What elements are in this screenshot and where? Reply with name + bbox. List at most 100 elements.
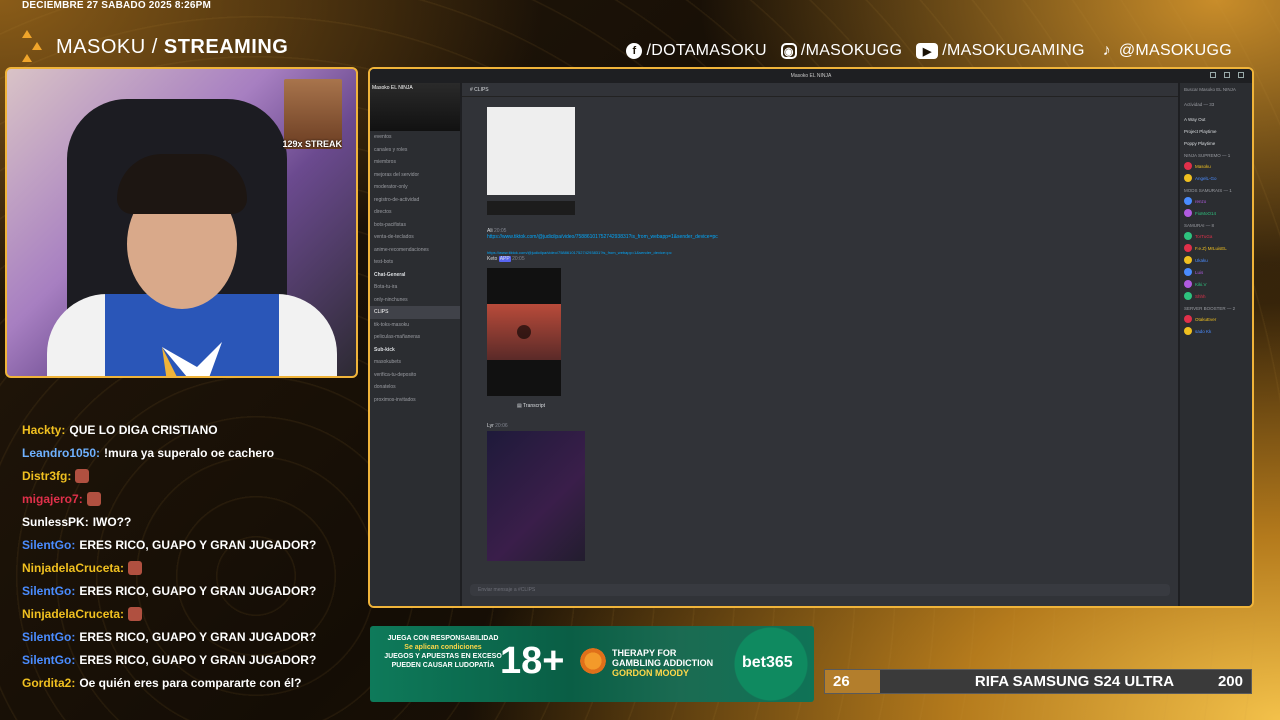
message-link[interactable]: https://www.tiktok.com/@judicilpa/video/…	[487, 234, 718, 240]
member-name: OtakuEver	[1195, 316, 1217, 322]
channel-item[interactable]: anime-recomendaciones	[370, 244, 460, 257]
channel-item[interactable]: eventos	[370, 131, 460, 144]
message-time: 20:05	[512, 256, 525, 262]
channel-item[interactable]: tik-toks-masoku	[370, 319, 460, 332]
member-item[interactable]: F.e.Z) MrLuisEL	[1184, 242, 1248, 254]
channel-item[interactable]: miembros	[370, 156, 460, 169]
chat-text: QUE LO DIGA CRISTIANO	[69, 422, 218, 437]
channel-item[interactable]: directos	[370, 206, 460, 219]
webcam-feed: 129x STREAK	[5, 67, 358, 378]
channel-item[interactable]: donatelos	[370, 381, 460, 394]
brand-logo-icon	[22, 30, 48, 64]
chat-username[interactable]: migajero7:	[22, 490, 83, 508]
member-item[interactable]: TorTuGa	[1184, 230, 1248, 242]
social-youtube-label: /MASOKUGAMING	[942, 42, 1085, 59]
channel-item[interactable]: masokubets	[370, 356, 460, 369]
video-embed[interactable]	[487, 268, 561, 396]
members-list: NINJA SUPREMO — 1 Masoku AngelL-Go MODS SAM…	[1184, 153, 1248, 337]
member-item[interactable]: AngelL-Go	[1184, 172, 1248, 184]
avatar	[1184, 197, 1192, 205]
video-player-controls[interactable]	[487, 201, 575, 215]
message-author[interactable]: Lyr	[487, 423, 494, 429]
chat-username[interactable]: NinjadelaCruceta:	[22, 559, 124, 577]
chat-username[interactable]: NinjadelaCruceta:	[22, 605, 124, 623]
message-input[interactable]: Enviar mensaje a #CLIPS	[470, 584, 1170, 596]
bet365-label: bet365	[742, 654, 793, 671]
therapy-line-1: THERAPY FOR	[612, 648, 677, 658]
chat-username[interactable]: Hackty:	[22, 421, 65, 439]
chat-text: ERES RICO, GUAPO Y GRAN JUGADOR?	[79, 537, 317, 552]
member-item[interactable]: Masoku	[1184, 160, 1248, 172]
channel-item[interactable]: Bota-tu-ira	[370, 281, 460, 294]
bet365-ad-banner: JUEGA CON RESPONSABILIDAD Se aplican con…	[370, 626, 814, 702]
chat-username[interactable]: SilentGo:	[22, 582, 75, 600]
chat-username[interactable]: SunlessPK:	[22, 513, 89, 531]
channel-item[interactable]: verifica-tu-deposito	[370, 369, 460, 382]
members-header: Actividad — 33	[1184, 102, 1215, 107]
chat-username[interactable]: Leandro1050:	[22, 444, 100, 462]
video-embed-loading[interactable]	[487, 431, 585, 561]
video-thumbnail[interactable]	[487, 107, 575, 195]
discord-titlebar: Masoko EL NINJA	[370, 69, 1252, 83]
chat-username[interactable]: SilentGo:	[22, 628, 75, 646]
channel-item[interactable]: venta-de-teclados	[370, 231, 460, 244]
server-banner[interactable]: Masoko EL NINJA	[370, 83, 460, 131]
message-author[interactable]: Keto	[487, 256, 497, 262]
social-instagram: ◉ /MASOKUGG	[780, 42, 902, 60]
chat-message: SilentGo: ERES RICO, GUAPO Y GRAN JUGADOR…	[22, 648, 362, 671]
server-name: Masoko EL NINJA	[372, 85, 413, 91]
therapy-line-2: GAMBLING ADDICTION	[612, 658, 714, 668]
channel-item[interactable]: mejoras del servidor	[370, 169, 460, 182]
avatar	[1184, 268, 1192, 276]
date-time: DECIEMBRE 27 SABADO 2025 8:26PM	[22, 0, 212, 11]
avatar	[1184, 209, 1192, 217]
channel-item[interactable]: CLIPS	[370, 306, 460, 319]
channel-item[interactable]: only-ninchunes	[370, 294, 460, 307]
raffle-progress-bar: 26 RIFA SAMSUNG S24 ULTRA 200	[824, 669, 1252, 694]
avatar	[1184, 232, 1192, 240]
message-lyr: Lyr 20:06	[487, 423, 508, 429]
member-item[interactable]: Shhh	[1184, 290, 1248, 302]
chat-username[interactable]: Gordita2:	[22, 674, 75, 692]
member-item[interactable]: Kiki.V	[1184, 278, 1248, 290]
chat-username[interactable]: Distr3fg:	[22, 467, 71, 485]
discord-channel-sidebar: Masoko EL NINJA eventos canales y roles mi…	[370, 83, 460, 606]
chat-username[interactable]: SilentGo:	[22, 536, 75, 554]
channel-item[interactable]: moderator-only	[370, 181, 460, 194]
therapy-line-3: GORDON MOODY	[612, 668, 690, 678]
member-item[interactable]: OtakuEver	[1184, 313, 1248, 325]
minimize-icon[interactable]	[1210, 72, 1216, 78]
avatar	[1184, 315, 1192, 323]
chat-username[interactable]: SilentGo:	[22, 651, 75, 669]
transcript-button[interactable]: ▤ Transcript	[517, 403, 545, 409]
maximize-icon[interactable]	[1224, 72, 1230, 78]
reply-link[interactable]: https://www.tiktok.com/@judicilpa/video/…	[487, 250, 672, 255]
ad-responsible-title: JUEGA CON RESPONSABILIDAD	[387, 635, 499, 642]
member-item[interactable]: Luis	[1184, 266, 1248, 278]
channel-item[interactable]: peliculas-mañaneras	[370, 331, 460, 344]
activity-item[interactable]: Project Playtime	[1184, 125, 1248, 137]
activity-item[interactable]: A Way Out	[1184, 113, 1248, 125]
member-item[interactable]: renzo	[1184, 195, 1248, 207]
age-restriction: 18+	[500, 640, 565, 682]
channel-item[interactable]: test-bots	[370, 256, 460, 269]
social-links: f /DOTAMASOKU ◉ /MASOKUGG ▶ /MASOKUGAMIN…	[626, 42, 1232, 60]
channel-item[interactable]: bots-pacifistas	[370, 219, 460, 232]
member-item[interactable]: Ukaku	[1184, 254, 1248, 266]
member-item[interactable]: FioMoO14	[1184, 207, 1248, 219]
close-icon[interactable]	[1238, 72, 1244, 78]
chat-message: NinjadelaCruceta:	[22, 602, 362, 625]
chat-message: SilentGo: ERES RICO, GUAPO Y GRAN JUGADOR…	[22, 533, 362, 556]
role-header: NINJA SUPREMO — 1	[1184, 153, 1231, 158]
search-input[interactable]: Buscar Masoko EL NINJA	[1184, 87, 1248, 92]
channel-item[interactable]: Chat-General	[370, 269, 460, 282]
channel-item[interactable]: registro-de-actividad	[370, 194, 460, 207]
channel-item[interactable]: canales y roles	[370, 144, 460, 157]
ad-responsible-sub: Se aplican condiciones	[404, 644, 482, 651]
channel-item[interactable]: Sub-kick	[370, 344, 460, 357]
member-name: Kiki.V	[1195, 281, 1207, 287]
activity-item[interactable]: Poppy Playtime	[1184, 137, 1248, 149]
member-item[interactable]: sado Kk	[1184, 325, 1248, 337]
channel-item[interactable]: proximos-invitados	[370, 394, 460, 407]
play-icon[interactable]	[517, 325, 531, 339]
